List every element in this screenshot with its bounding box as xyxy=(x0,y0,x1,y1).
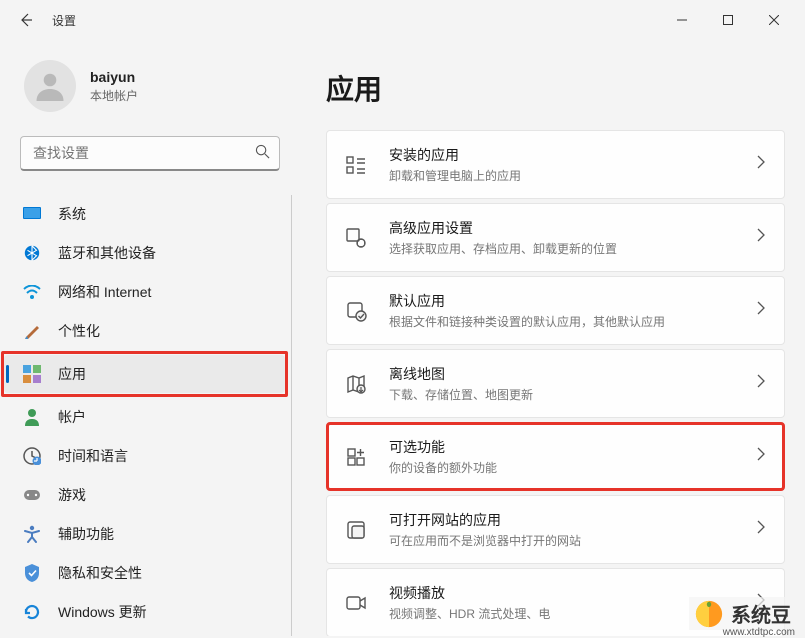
card-default-apps[interactable]: 默认应用根据文件和链接种类设置的默认应用，其他默认应用 xyxy=(326,276,785,345)
chevron-right-icon xyxy=(756,520,766,539)
chevron-right-icon xyxy=(756,447,766,466)
sidebar-item-accounts[interactable]: 帐户 xyxy=(4,398,285,436)
nav-label: 游戏 xyxy=(58,485,86,505)
card-installed-apps[interactable]: 安装的应用卸载和管理电脑上的应用 xyxy=(326,130,785,199)
chevron-right-icon xyxy=(756,374,766,393)
nav-label: Windows 更新 xyxy=(58,602,147,622)
card-title: 可打开网站的应用 xyxy=(389,510,756,530)
sidebar-item-accessibility[interactable]: 辅助功能 xyxy=(4,515,285,553)
search-input[interactable] xyxy=(20,136,280,171)
websites-apps-icon xyxy=(343,517,369,543)
nav-label: 隐私和安全性 xyxy=(58,563,142,583)
nav-label: 系统 xyxy=(58,204,86,224)
window-controls xyxy=(659,4,797,36)
avatar xyxy=(24,60,76,112)
maximize-icon xyxy=(723,15,733,25)
card-title: 默认应用 xyxy=(389,291,756,311)
sidebar-item-personalization[interactable]: 个性化 xyxy=(4,312,285,350)
nav-label: 时间和语言 xyxy=(58,446,128,466)
card-sub: 下载、存储位置、地图更新 xyxy=(389,386,756,403)
advanced-settings-icon xyxy=(343,225,369,251)
card-advanced-app-settings[interactable]: 高级应用设置选择获取应用、存档应用、卸载更新的位置 xyxy=(326,203,785,272)
optional-features-icon xyxy=(343,444,369,470)
default-apps-icon xyxy=(343,298,369,324)
card-optional-features[interactable]: 可选功能你的设备的额外功能 xyxy=(326,422,785,491)
video-icon xyxy=(343,590,369,616)
time-icon xyxy=(22,446,42,466)
chevron-right-icon xyxy=(756,155,766,174)
nav-label: 蓝牙和其他设备 xyxy=(58,243,156,263)
nav-label: 应用 xyxy=(58,364,86,384)
page-title: 应用 xyxy=(326,68,785,108)
search-icon xyxy=(255,144,270,164)
sidebar-item-network[interactable]: 网络和 Internet xyxy=(4,273,285,311)
sidebar: baiyun 本地帐户 系统 蓝牙和其他设备 网络和 Internet xyxy=(0,40,296,636)
close-button[interactable] xyxy=(751,4,797,36)
account-icon xyxy=(22,407,42,427)
system-icon xyxy=(22,204,42,224)
profile-section[interactable]: baiyun 本地帐户 xyxy=(20,40,280,136)
watermark-text: 系统豆 xyxy=(731,599,791,628)
card-title: 高级应用设置 xyxy=(389,218,756,238)
card-sub: 卸载和管理电脑上的应用 xyxy=(389,167,756,184)
card-sub: 选择获取应用、存档应用、卸载更新的位置 xyxy=(389,240,756,257)
card-apps-for-websites[interactable]: 可打开网站的应用可在应用而不是浏览器中打开的网站 xyxy=(326,495,785,564)
sidebar-item-bluetooth[interactable]: 蓝牙和其他设备 xyxy=(4,234,285,272)
watermark: 系统豆 xyxy=(689,597,797,630)
card-title: 安装的应用 xyxy=(389,145,756,165)
chevron-right-icon xyxy=(756,301,766,320)
card-offline-maps[interactable]: 离线地图下载、存储位置、地图更新 xyxy=(326,349,785,418)
main-panel: 应用 安装的应用卸载和管理电脑上的应用 高级应用设置选择获取应用、存档应用、卸载… xyxy=(296,40,805,636)
network-icon xyxy=(22,282,42,302)
back-button[interactable] xyxy=(8,2,44,38)
watermark-url: www.xtdtpc.com xyxy=(723,627,795,638)
gaming-icon xyxy=(22,485,42,505)
card-list: 安装的应用卸载和管理电脑上的应用 高级应用设置选择获取应用、存档应用、卸载更新的… xyxy=(326,130,785,636)
bluetooth-icon xyxy=(22,243,42,263)
maps-icon xyxy=(343,371,369,397)
card-sub: 你的设备的额外功能 xyxy=(389,459,756,476)
nav-label: 帐户 xyxy=(58,407,86,427)
nav-highlight-box: 应用 xyxy=(1,351,288,397)
sidebar-item-privacy[interactable]: 隐私和安全性 xyxy=(4,554,285,592)
sidebar-item-system[interactable]: 系统 xyxy=(4,195,285,233)
apps-icon xyxy=(22,364,42,384)
nav-list: 系统 蓝牙和其他设备 网络和 Internet 个性化 应用 xyxy=(4,195,292,636)
sidebar-item-apps[interactable]: 应用 xyxy=(4,355,285,393)
maximize-button[interactable] xyxy=(705,4,751,36)
close-icon xyxy=(769,15,779,25)
card-title: 可选功能 xyxy=(389,437,756,457)
avatar-icon xyxy=(32,68,68,104)
chevron-right-icon xyxy=(756,228,766,247)
accessibility-icon xyxy=(22,524,42,544)
profile-subtitle: 本地帐户 xyxy=(90,87,138,104)
minimize-icon xyxy=(677,15,687,25)
card-title: 离线地图 xyxy=(389,364,756,384)
privacy-icon xyxy=(22,563,42,583)
titlebar: 设置 xyxy=(0,0,805,40)
sidebar-item-time-language[interactable]: 时间和语言 xyxy=(4,437,285,475)
profile-name: baiyun xyxy=(90,69,138,85)
window-title: 设置 xyxy=(52,12,76,29)
nav-label: 网络和 Internet xyxy=(58,282,151,302)
sidebar-item-gaming[interactable]: 游戏 xyxy=(4,476,285,514)
personalize-icon xyxy=(22,321,42,341)
nav-label: 辅助功能 xyxy=(58,524,114,544)
sidebar-item-windows-update[interactable]: Windows 更新 xyxy=(4,593,285,631)
back-arrow-icon xyxy=(18,12,34,28)
installed-apps-icon xyxy=(343,152,369,178)
minimize-button[interactable] xyxy=(659,4,705,36)
update-icon xyxy=(22,602,42,622)
card-sub: 根据文件和链接种类设置的默认应用，其他默认应用 xyxy=(389,313,756,330)
search-box xyxy=(20,136,280,171)
watermark-icon xyxy=(695,600,723,628)
card-sub: 可在应用而不是浏览器中打开的网站 xyxy=(389,532,756,549)
nav-label: 个性化 xyxy=(58,321,100,341)
